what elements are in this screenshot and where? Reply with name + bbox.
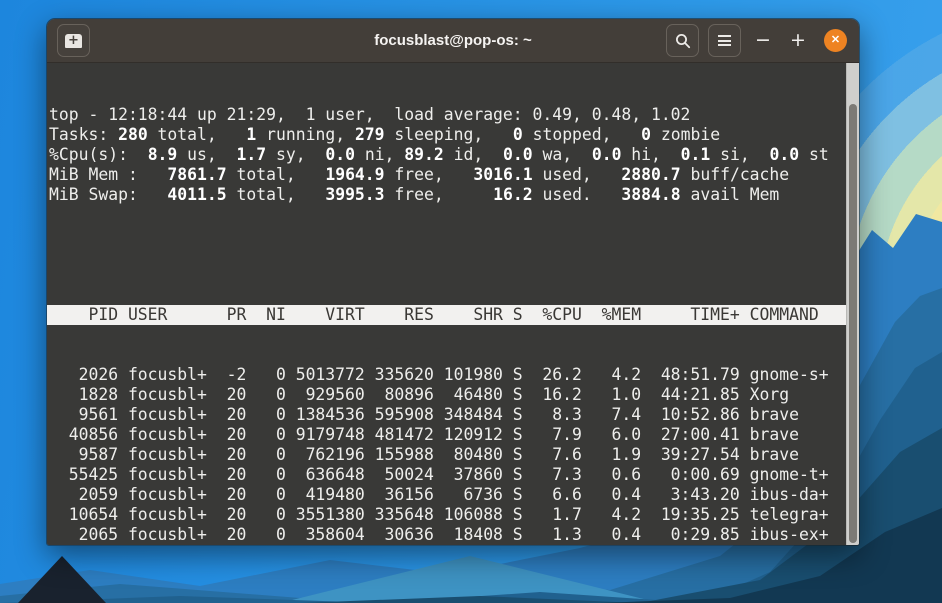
summary-line: %Cpu(s): 8.9 us, 1.7 sy, 0.0 ni, 89.2 id…: [49, 145, 859, 165]
terminal-screen[interactable]: top - 12:18:44 up 21:29, 1 user, load av…: [47, 63, 859, 545]
scrollbar-track[interactable]: [846, 63, 859, 545]
process-row: 55425 focusbl+ 20 0 636648 50024 37860 S…: [49, 465, 859, 485]
summary-line: top - 12:18:44 up 21:29, 1 user, load av…: [49, 105, 859, 125]
close-button[interactable]: ✕: [824, 29, 847, 52]
terminal-window: + focusblast@pop-os: ~ − + ✕ top - 12:18…: [46, 18, 860, 546]
search-button[interactable]: [666, 24, 699, 57]
process-row: 2026 focusbl+ -2 0 5013772 335620 101980…: [49, 365, 859, 385]
new-tab-button[interactable]: +: [57, 24, 90, 57]
process-row: 9587 focusbl+ 20 0 762196 155988 80480 S…: [49, 445, 859, 465]
table-header-row: PID USER PR NI VIRT RES SHR S %CPU %MEM …: [47, 305, 859, 325]
summary-line: MiB Mem : 7861.7 total, 1964.9 free, 301…: [49, 165, 859, 185]
process-row: 2059 focusbl+ 20 0 419480 36156 6736 S 6…: [49, 485, 859, 505]
process-row: 9561 focusbl+ 20 0 1384536 595908 348484…: [49, 405, 859, 425]
minimize-button[interactable]: −: [750, 28, 776, 54]
new-tab-icon: +: [65, 34, 82, 48]
titlebar[interactable]: + focusblast@pop-os: ~ − + ✕: [47, 19, 859, 63]
hamburger-menu-icon: [718, 35, 731, 46]
process-row: 2065 focusbl+ 20 0 358604 30636 18408 S …: [49, 525, 859, 545]
process-table: 2026 focusbl+ -2 0 5013772 335620 101980…: [49, 365, 859, 545]
search-icon: [675, 33, 691, 49]
summary-line: MiB Swap: 4011.5 total, 3995.3 free, 16.…: [49, 185, 859, 205]
process-row: 10654 focusbl+ 20 0 3551380 335648 10608…: [49, 505, 859, 525]
top-summary: top - 12:18:44 up 21:29, 1 user, load av…: [49, 105, 859, 205]
summary-line: Tasks: 280 total, 1 running, 279 sleepin…: [49, 125, 859, 145]
process-row: 1828 focusbl+ 20 0 929560 80896 46480 S …: [49, 385, 859, 405]
maximize-button[interactable]: +: [785, 28, 811, 54]
process-row: 40856 focusbl+ 20 0 9179748 481472 12091…: [49, 425, 859, 445]
blank-line: [49, 245, 859, 265]
scrollbar-thumb[interactable]: [849, 104, 857, 543]
menu-button[interactable]: [708, 24, 741, 57]
